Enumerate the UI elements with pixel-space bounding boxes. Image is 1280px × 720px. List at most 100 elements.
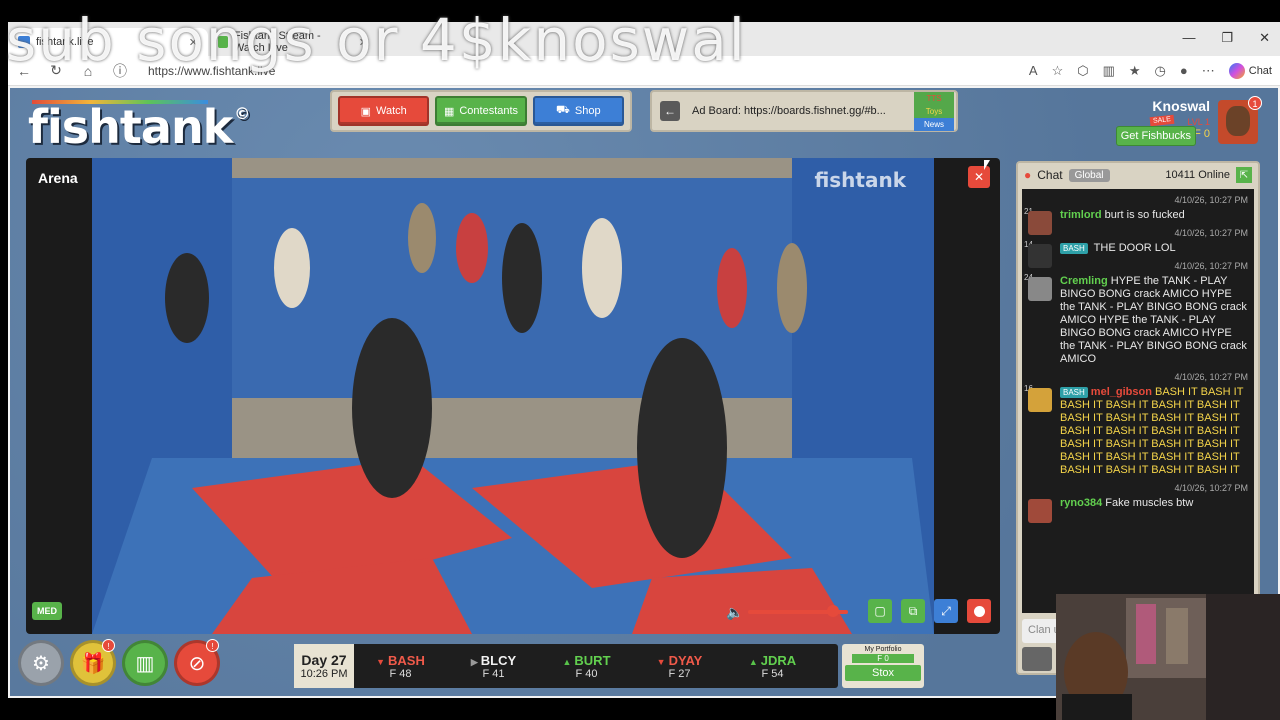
read-aloud-icon[interactable]: A bbox=[1029, 63, 1038, 78]
user-avatar[interactable] bbox=[1028, 244, 1052, 268]
watch-label: Watch bbox=[375, 105, 407, 117]
favorites-icon[interactable]: ★ bbox=[1129, 63, 1141, 79]
ad-board-text[interactable]: Ad Board: https://boards.fishnet.gg/#b..… bbox=[692, 105, 904, 117]
stox-button[interactable]: Stox bbox=[845, 665, 921, 681]
message-timestamp: 4/10/26, 10:27 PM bbox=[1174, 372, 1248, 382]
stock-symbol: DYAY bbox=[668, 652, 703, 668]
up-arrow-icon: ▲ bbox=[748, 656, 758, 667]
fishtank-favicon-icon bbox=[18, 36, 30, 48]
message-username[interactable]: mel_gibson bbox=[1091, 386, 1152, 398]
fishtank-logo[interactable]: fishtank © bbox=[28, 100, 250, 154]
fullscreen-icon[interactable]: ⤢ bbox=[934, 599, 958, 623]
stock-value: F 54 bbox=[761, 667, 784, 680]
user-avatar[interactable] bbox=[1028, 211, 1052, 235]
ban-alert-badge: ! bbox=[206, 639, 219, 652]
message-text: BASH IT BASH IT BASH IT BASH IT BASH IT … bbox=[1060, 386, 1244, 476]
stock-jdra[interactable]: ▲ JDRA F 54 bbox=[726, 644, 819, 688]
stock-bash[interactable]: ▼ BASH F 48 bbox=[354, 644, 447, 688]
get-fishbucks-button[interactable]: Get Fishbucks bbox=[1115, 126, 1196, 146]
message-text: THE DOOR LOL bbox=[1093, 242, 1176, 254]
stock-symbol: BURT bbox=[574, 652, 611, 668]
main-nav: ▣ Watch ▦ Contestants ⛟ Shop bbox=[330, 90, 632, 132]
stock-dyay[interactable]: ▼ DYAY F 27 bbox=[633, 644, 726, 688]
home-icon[interactable]: ⌂ bbox=[80, 63, 96, 79]
tab-fishtank-stream[interactable]: Fishtank Stream - Watch Live ✕ bbox=[208, 28, 378, 56]
portfolio-value: F 0 bbox=[852, 654, 914, 663]
watch-button[interactable]: ▣ Watch bbox=[338, 96, 430, 126]
logo-text: fishtank bbox=[28, 100, 233, 154]
message-text: HYPE the TANK - PLAY BINGO BONG crack AM… bbox=[1060, 275, 1247, 365]
day-clock: Day 27 10:26 PM bbox=[294, 644, 354, 688]
gift-icon[interactable]: 🎁! bbox=[70, 639, 116, 686]
stock-blcy[interactable]: ▶ BLCY F 41 bbox=[447, 644, 540, 688]
notification-badge[interactable]: 1 bbox=[1248, 96, 1262, 110]
user-avatar[interactable] bbox=[1028, 499, 1052, 523]
username[interactable]: Knoswal bbox=[1152, 98, 1210, 114]
arena-scene bbox=[92, 158, 934, 634]
stock-value: F 27 bbox=[668, 667, 691, 680]
chat-title: Chat bbox=[1037, 168, 1063, 182]
chat-message: 21 trimlord burt is so fucked bbox=[1022, 207, 1254, 235]
stock-burt[interactable]: ▲ BURT F 40 bbox=[540, 644, 633, 688]
record-icon bbox=[973, 605, 985, 617]
ad-back-arrow-icon[interactable]: ← bbox=[660, 101, 680, 121]
profile-icon[interactable]: ● bbox=[1180, 63, 1188, 78]
url-field[interactable]: https://www.fishtank.live bbox=[148, 64, 275, 78]
people-icon: ▦ bbox=[443, 105, 455, 118]
clan-badge: BASH bbox=[1060, 243, 1088, 254]
chat-pin-icon: ● bbox=[1024, 168, 1032, 182]
volume-knob[interactable] bbox=[827, 605, 839, 617]
close-tab-icon[interactable]: ✕ bbox=[359, 36, 368, 49]
portfolio-label: My Portfolio bbox=[864, 646, 902, 653]
user-avatar[interactable] bbox=[1028, 277, 1052, 301]
tab-tts[interactable]: TTS bbox=[914, 92, 954, 105]
clan-badge: BASH bbox=[1060, 387, 1088, 398]
stock-ticker: Day 27 10:26 PM ▼ BASH F 48 ▶ BLCY F 41 ▲ B… bbox=[294, 644, 838, 688]
quality-button[interactable]: MED bbox=[32, 602, 62, 620]
down-arrow-icon: ▼ bbox=[376, 656, 386, 667]
user-panel: Knoswal SALE LVL 1 F 0 Get Fishbucks 1 bbox=[1070, 96, 1262, 150]
contestants-button[interactable]: ▦ Contestants bbox=[435, 96, 527, 126]
popout-icon[interactable]: ⇱ bbox=[1236, 167, 1252, 183]
chat-message: 24 Cremling HYPE the TANK - PLAY BINGO B… bbox=[1022, 273, 1254, 366]
back-icon[interactable]: ← bbox=[16, 63, 32, 79]
message-username[interactable]: ryno384 bbox=[1060, 497, 1102, 509]
favorite-star-icon[interactable]: ☆ bbox=[1052, 63, 1064, 79]
volume-icon[interactable]: 🔈 bbox=[726, 604, 743, 621]
portfolio-panel: My Portfolio F 0 Stox bbox=[842, 644, 924, 688]
close-tab-icon[interactable]: ✕ bbox=[189, 36, 198, 49]
copilot-chat-button[interactable]: Chat bbox=[1228, 62, 1272, 79]
stock-value: F 40 bbox=[575, 667, 598, 680]
split-screen-icon[interactable]: ▥ bbox=[1103, 63, 1115, 79]
message-username[interactable]: trimlord bbox=[1060, 209, 1102, 221]
cast-icon[interactable]: ⧉ bbox=[901, 599, 925, 623]
live-video-feed[interactable]: fishtank bbox=[92, 158, 934, 634]
message-username[interactable]: Cremling bbox=[1060, 275, 1108, 287]
sale-badge: SALE bbox=[1149, 114, 1175, 127]
settings-gear-icon[interactable]: ⚙ bbox=[18, 640, 64, 686]
chat-message: ryno384 Fake muscles btw bbox=[1022, 497, 1254, 523]
emoji-button[interactable] bbox=[1022, 647, 1052, 671]
shop-button[interactable]: ⛟ Shop bbox=[532, 96, 624, 126]
restore-icon[interactable]: ❐ bbox=[1221, 30, 1233, 46]
tab-fishtank-live[interactable]: fishtank.live ✕ bbox=[8, 28, 208, 56]
chat-messages[interactable]: 4/10/26, 10:27 PM 21 trimlord burt is so… bbox=[1022, 189, 1254, 613]
ban-icon[interactable]: ⊘! bbox=[174, 639, 220, 686]
clock-time: 10:26 PM bbox=[300, 668, 348, 680]
history-icon[interactable]: ◷ bbox=[1155, 63, 1166, 79]
items-icon[interactable]: ▥ bbox=[122, 640, 168, 686]
minimize-icon[interactable]: — bbox=[1182, 30, 1195, 46]
refresh-icon[interactable]: ↻ bbox=[48, 62, 64, 79]
user-avatar[interactable] bbox=[1028, 388, 1052, 412]
global-channel-button[interactable]: Global bbox=[1068, 168, 1110, 182]
chat-header: ● Chat Global 10411 Online ⇱ bbox=[1018, 163, 1258, 187]
copilot-chat-label: Chat bbox=[1248, 64, 1272, 77]
clip-icon[interactable]: ▢ bbox=[868, 599, 892, 623]
more-menu-icon[interactable]: ⋯ bbox=[1202, 63, 1215, 79]
record-button[interactable] bbox=[967, 599, 991, 623]
tab-news[interactable]: News bbox=[914, 118, 954, 131]
tab-toys[interactable]: Toys bbox=[914, 105, 954, 118]
extensions-icon[interactable]: ⬡ bbox=[1077, 63, 1088, 79]
close-window-icon[interactable]: ✕ bbox=[1259, 30, 1270, 46]
site-info-icon[interactable]: ⓘ bbox=[112, 61, 128, 81]
